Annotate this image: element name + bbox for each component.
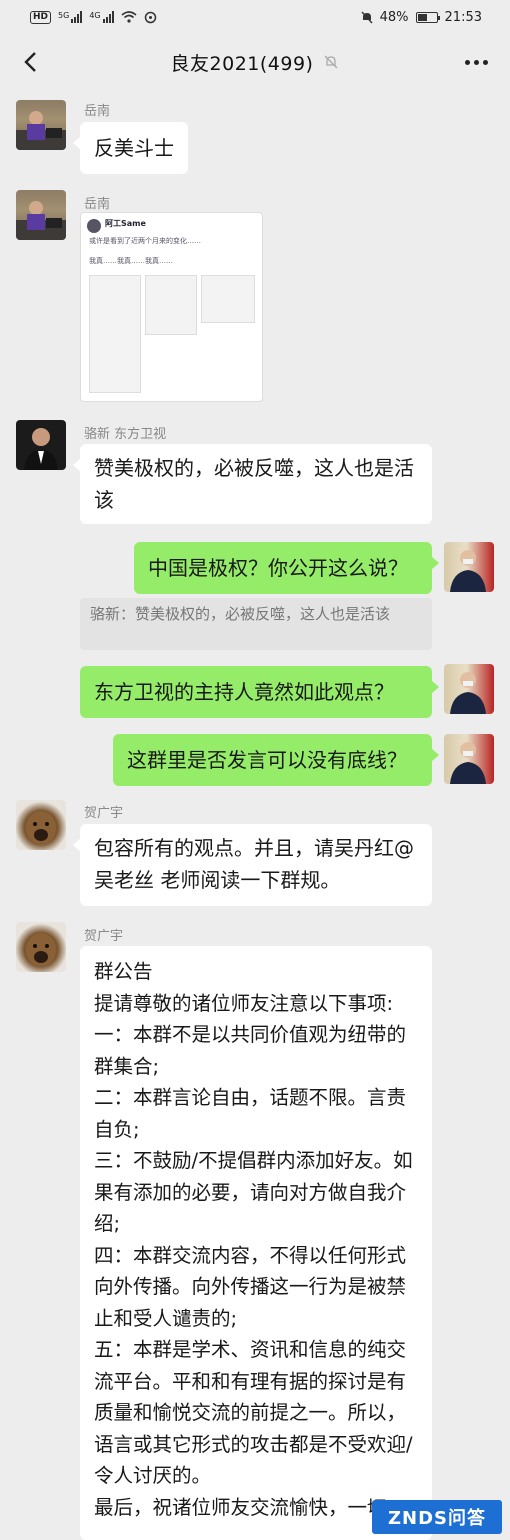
clock: 21:53 [444,9,482,25]
chat-title: 良友2021(499) [170,52,314,75]
notice-line: 一：本群不是以共同价值观为纽带的群集合; [94,1023,407,1078]
notice-line: 提请尊敬的诸位师友注意以下事项: [94,991,394,1015]
message-bubble[interactable]: 反美斗士 [73,122,188,174]
sender-name: 岳南 [84,197,111,212]
signal-4g-icon: 4G [89,11,114,23]
avatar-self[interactable] [444,664,494,714]
notice-title: 群公告 [94,960,153,983]
avatar-self[interactable] [444,542,494,592]
group-notice-bubble[interactable]: 群公告 提请尊敬的诸位师友注意以下事项: 一：本群不是以共同价值观为纽带的群集合… [80,946,432,1540]
message-bubble-self[interactable]: 中国是极权？你公开这么说？ [134,542,439,594]
back-button[interactable] [14,46,46,78]
mute-bell-icon [325,55,338,69]
more-dots-icon [464,59,470,65]
watermark-logo: ZNDS问答 [372,1500,502,1534]
profile-avatar-icon [87,219,101,233]
notice-line: 五：本群是学术、资讯和信息的纯交流平台。平和和有理有据的探讨是有质量和愉悦交流的… [94,1338,413,1487]
avatar-heguangyu[interactable] [16,922,66,972]
status-bar: HD 5G 4G 48% 21:53 [0,0,510,34]
notice-line: 三：不鼓励/不提倡群内添加好友。如果有添加的必要，请向对方做自我介绍; [94,1149,413,1235]
notice-line: 四：本群交流内容，不得以任何形式向外传播。向外传播这一行为是被禁止和受人谴责的; [94,1243,407,1330]
avatar-yuenan[interactable] [16,190,66,240]
battery-icon [415,11,440,23]
sender-name: 岳南 [84,104,111,119]
notice-line: 二：本群言论自由，话题不限。言责自负; [94,1086,407,1141]
signal-5g-icon: 5G [58,11,83,23]
mute-icon [361,11,373,23]
avatar-self[interactable] [444,734,494,784]
quoted-message[interactable]: 骆新：赞美极权的，必被反噬，这人也是活该 [80,598,432,650]
avatar-luoxin[interactable] [16,420,66,470]
sender-name: 贺广宇 [84,806,124,821]
message-bubble[interactable]: 包容所有的观点。并且，请吴丹红@吴老丝 老师阅读一下群规。 [73,824,432,906]
message-bubble[interactable]: 赞美极权的，必被反噬，这人也是活该 [73,444,432,524]
battery-percent: 48% [379,9,409,25]
wifi-icon [121,11,137,23]
avatar-heguangyu[interactable] [16,800,66,850]
more-button[interactable] [460,48,492,76]
avatar-yuenan[interactable] [16,100,66,150]
sender-name: 骆新 东方卫视 [84,427,167,442]
hd-badge: HD [30,10,52,24]
shared-screenshot-image[interactable]: 阿工Same 或许是看到了近两个月来的变化…… 我真……我真……我真…… [80,212,263,402]
sender-name: 贺广宇 [84,929,124,944]
message-bubble-self[interactable]: 这群里是否发言可以没有底线？ [113,734,439,786]
notice-line: 最后，祝诸位师友交流愉快，一切 [94,1495,387,1519]
message-bubble-self[interactable]: 东方卫视的主持人竟然如此观点？ [80,666,439,718]
back-arrow-icon [24,52,36,72]
sync-icon [144,11,156,23]
chat-header: 良友2021(499) [0,34,510,90]
